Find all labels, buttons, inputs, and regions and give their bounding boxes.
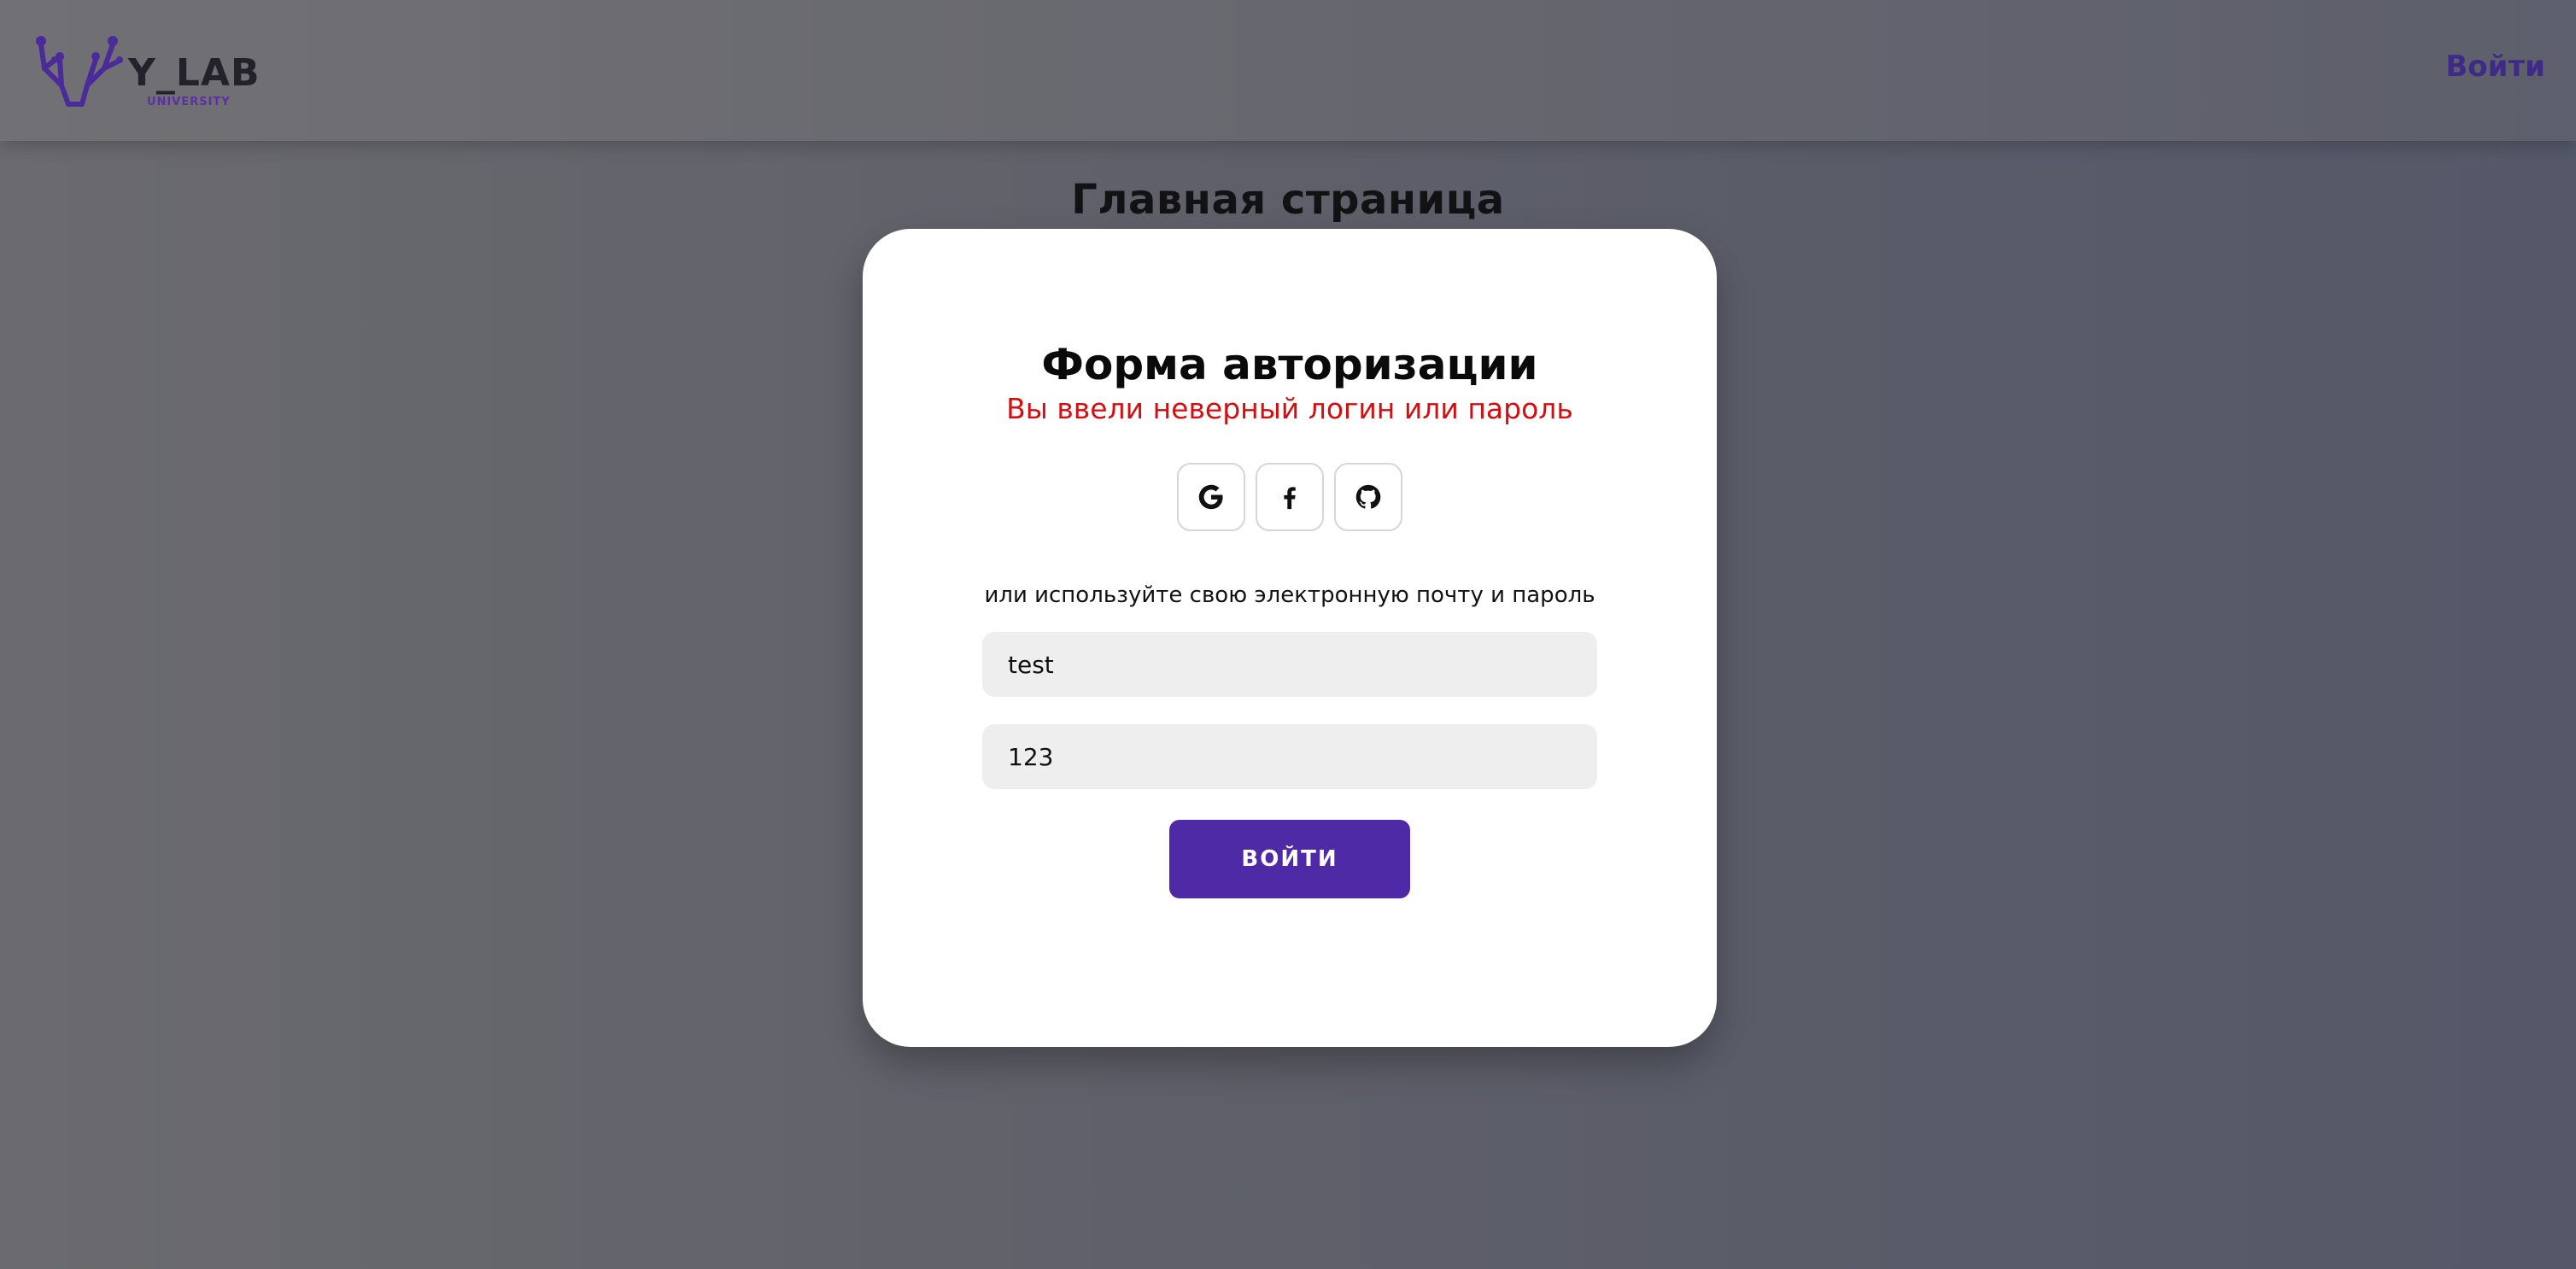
auth-form-title: Форма авторизации: [1041, 340, 1538, 389]
antler-logo-icon: [36, 36, 123, 107]
auth-error-message: Вы ввели неверный логин или пароль: [1006, 392, 1573, 425]
google-icon: [1198, 484, 1223, 510]
facebook-icon: [1284, 487, 1296, 510]
login-submit-button[interactable]: ВОЙТИ: [1169, 820, 1410, 898]
password-input[interactable]: [982, 724, 1597, 789]
auth-form-card: Форма авторизации Вы ввели неверный логи…: [863, 229, 1717, 1047]
ylab-logo[interactable]: Y_LAB UNIVERSITY: [34, 26, 260, 111]
auth-hint-text: или используйте свою электронную почту и…: [984, 582, 1595, 608]
github-icon: [1355, 484, 1381, 509]
header-login-link[interactable]: Войти: [2445, 50, 2545, 84]
logo-text: Y_LAB: [128, 51, 261, 95]
logo-subtitle: UNIVERSITY: [147, 96, 231, 108]
page-title: Главная страница: [1071, 176, 1505, 224]
login-input[interactable]: [982, 632, 1597, 697]
facebook-login-button[interactable]: [1256, 463, 1324, 531]
social-login-buttons: [1177, 463, 1402, 531]
site-header: Y_LAB UNIVERSITY Войти: [0, 0, 2576, 141]
google-login-button[interactable]: [1177, 463, 1245, 531]
github-login-button[interactable]: [1334, 463, 1402, 531]
page: Y_LAB UNIVERSITY Войти Главная страница …: [0, 0, 2576, 1269]
